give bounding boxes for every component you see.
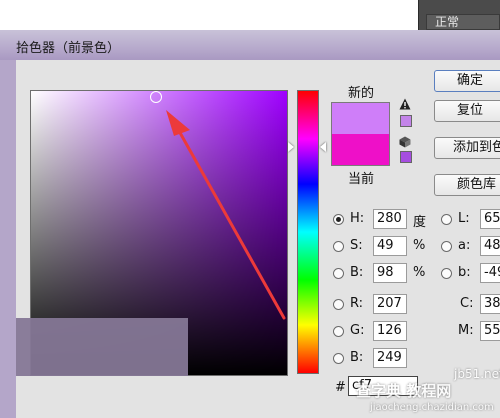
brightness-label: B: <box>350 265 364 280</box>
magenta-input[interactable]: 55 <box>480 321 500 341</box>
green-label: G: <box>350 323 365 338</box>
out-of-gamut-warning-icon[interactable] <box>399 98 411 110</box>
ok-button[interactable]: 确定 <box>434 70 500 92</box>
watermark-site: jb51.net <box>454 367 500 381</box>
radio-brightness[interactable] <box>333 268 344 279</box>
blue-input[interactable]: 249 <box>373 348 407 368</box>
watermark-url: jiaocheng.chazidian.com <box>370 402 494 413</box>
radio-red[interactable] <box>333 299 344 310</box>
lab-l-input[interactable]: 65 <box>480 209 500 229</box>
brightness-unit: % <box>413 265 426 280</box>
gamut-correction-swatch[interactable] <box>400 115 412 127</box>
dialog-title: 拾色器（前景色） <box>16 41 121 56</box>
magenta-label: M: <box>458 323 474 338</box>
red-input[interactable]: 207 <box>373 294 407 314</box>
lab-l-label: L: <box>458 211 470 226</box>
blue-label: B: <box>350 350 364 365</box>
color-field-cursor[interactable] <box>150 91 162 103</box>
dialog-titlebar[interactable]: 拾色器（前景色） <box>0 30 500 60</box>
hue-slider[interactable] <box>297 90 319 374</box>
red-label: R: <box>350 296 364 311</box>
color-libraries-button[interactable]: 颜色库 <box>434 174 500 196</box>
radio-saturation[interactable] <box>333 241 344 252</box>
hue-slider-right-handle[interactable] <box>320 142 326 152</box>
radio-blue[interactable] <box>333 353 344 364</box>
add-to-swatches-button[interactable]: 添加到色 <box>434 137 500 159</box>
blend-mode-dropdown[interactable]: 正常 <box>426 14 500 30</box>
radio-lab-a[interactable] <box>441 241 452 252</box>
hue-slider-left-handle[interactable] <box>288 142 294 152</box>
web-safe-cube-icon[interactable] <box>399 136 411 148</box>
current-color-swatch[interactable] <box>331 134 390 166</box>
new-color-label: 新的 <box>348 86 375 101</box>
saturation-input[interactable]: 49 <box>373 236 407 256</box>
annotation-arrow <box>166 110 286 320</box>
new-color-swatch <box>331 102 390 134</box>
hue-input[interactable]: 280 <box>373 209 407 229</box>
saturation-unit: % <box>413 238 426 253</box>
saturation-label: S: <box>350 238 363 253</box>
watermark-title: 查字典 教程网 <box>356 382 452 400</box>
lab-a-input[interactable]: 48 <box>480 236 500 256</box>
radio-hue[interactable] <box>333 214 344 225</box>
lab-a-label: a: <box>458 238 471 253</box>
hue-label: H: <box>350 211 365 226</box>
reset-button[interactable]: 复位 <box>434 100 500 122</box>
green-input[interactable]: 126 <box>373 321 407 341</box>
cyan-input[interactable]: 38 <box>480 294 500 314</box>
lab-b-label: b: <box>458 265 471 280</box>
redacted-region <box>16 318 188 376</box>
hex-label: # <box>335 380 346 395</box>
current-color-label: 当前 <box>348 172 375 187</box>
web-safe-color-swatch[interactable] <box>400 151 412 163</box>
radio-green[interactable] <box>333 326 344 337</box>
hue-unit: 度 <box>413 215 427 230</box>
cyan-label: C: <box>460 296 474 311</box>
radio-lab-l[interactable] <box>441 214 452 225</box>
radio-lab-b[interactable] <box>441 268 452 279</box>
brightness-input[interactable]: 98 <box>373 263 407 283</box>
lab-b-input[interactable]: -49 <box>480 263 500 283</box>
